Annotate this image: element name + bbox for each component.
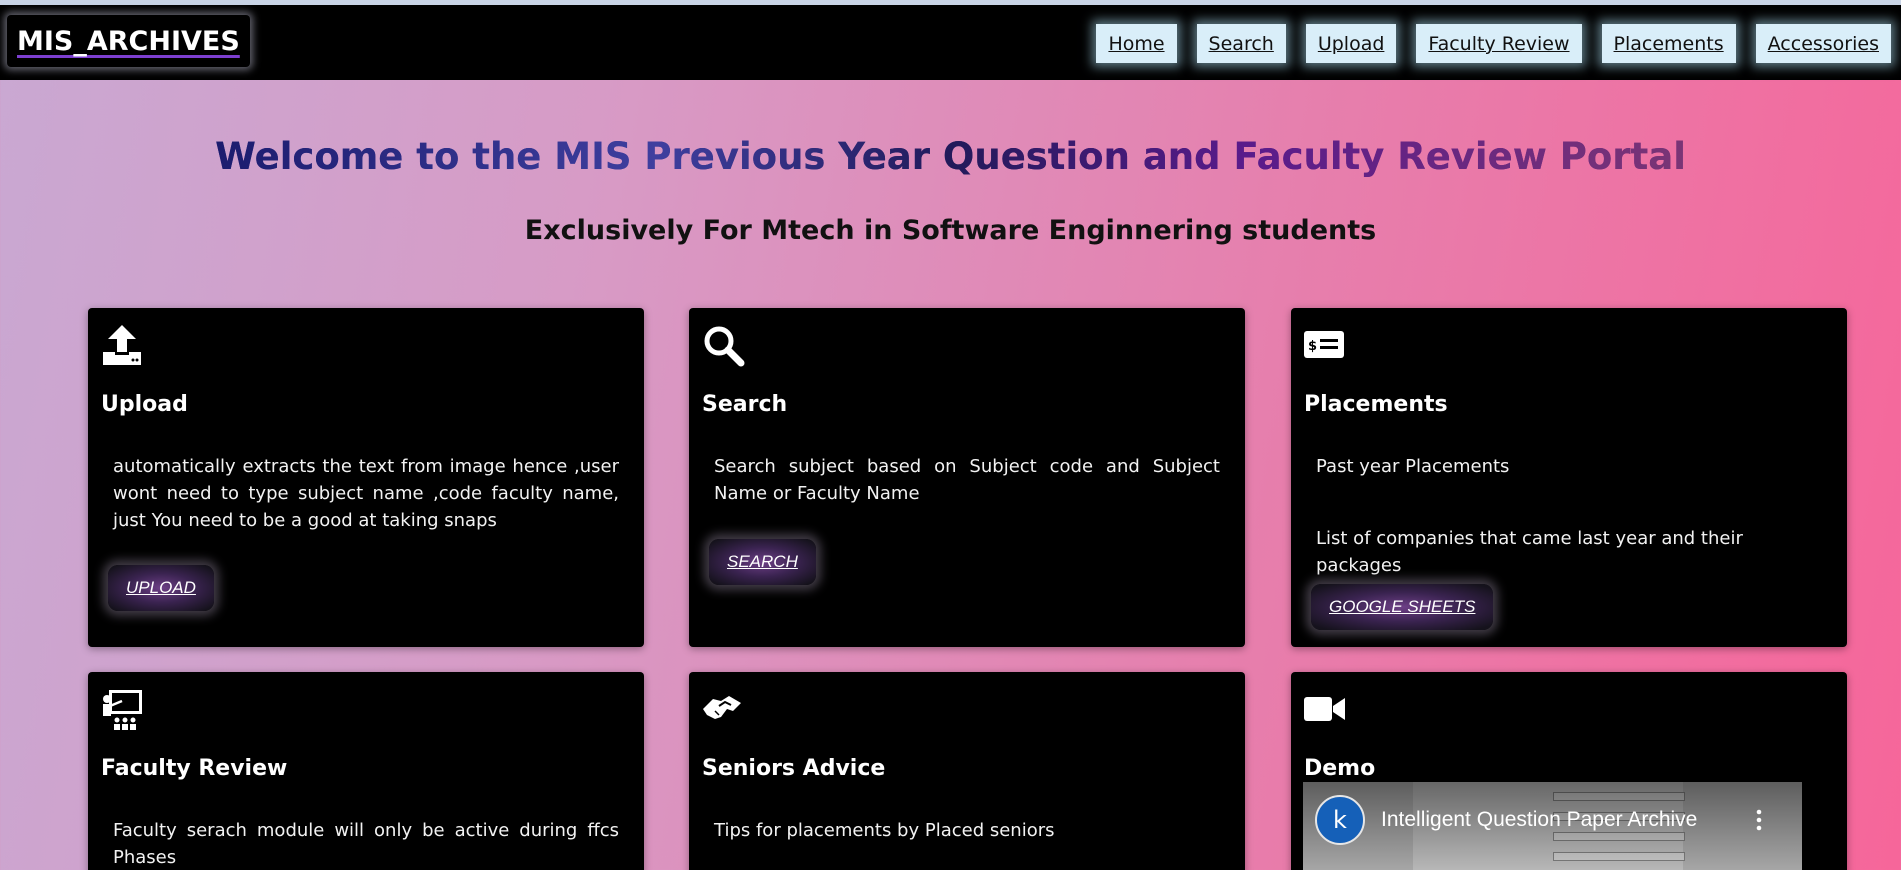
search-card-description: Search subject based on Subject code and… xyxy=(714,456,1220,504)
google-sheets-button[interactable]: GOOGLE SHEETS xyxy=(1311,584,1494,630)
video-title[interactable]: Intelligent Question Paper Archive xyxy=(1381,808,1697,832)
page-subtitle: Exclusively For Mtech in Software Enginn… xyxy=(524,215,1377,246)
demo-card: Demo k Intelligent Question Paper Archiv… xyxy=(1291,672,1847,870)
seniors-advice-card-title: Seniors Advice xyxy=(702,756,886,781)
navbar: MIS_ARCHIVES Home Search Upload Faculty … xyxy=(0,5,1901,80)
search-icon xyxy=(704,326,745,367)
seniors-advice-card-description: Tips for placements by Placed seniors xyxy=(714,820,1055,841)
seniors-advice-card: Seniors Advice Tips for placements by Pl… xyxy=(689,672,1245,870)
faculty-review-card-title: Faculty Review xyxy=(101,756,288,781)
placements-card-title: Placements xyxy=(1304,392,1448,417)
search-card: Search Search subject based on Subject c… xyxy=(689,308,1245,647)
search-button[interactable]: SEARCH xyxy=(709,539,816,585)
nav-faculty-review[interactable]: Faculty Review xyxy=(1416,24,1582,63)
video-camera-icon xyxy=(1304,697,1345,721)
page-title-text: Welcome to the MIS Previous Year Questio… xyxy=(215,135,1686,178)
more-options-icon[interactable] xyxy=(1756,808,1762,832)
nav-search[interactable]: Search xyxy=(1196,24,1286,63)
page-title: Welcome to the MIS Previous Year Questio… xyxy=(0,135,1901,178)
placements-card-description: Past year Placements xyxy=(1316,456,1510,477)
upload-icon xyxy=(103,325,141,365)
nav-home[interactable]: Home xyxy=(1096,24,1177,63)
faculty-review-card-description: Faculty serach module will only be activ… xyxy=(113,820,619,868)
nav-upload[interactable]: Upload xyxy=(1305,24,1397,63)
brand-logo[interactable]: MIS_ARCHIVES xyxy=(7,15,250,67)
svg-text:$: $ xyxy=(1308,339,1317,354)
demo-video-player[interactable]: k Intelligent Question Paper Archive xyxy=(1303,782,1802,870)
search-card-title: Search xyxy=(702,392,788,417)
upload-card-description: automatically extracts the text from ima… xyxy=(113,456,619,531)
upload-card-title: Upload xyxy=(101,392,188,417)
faculty-review-card: Faculty Review Faculty serach module wil… xyxy=(88,672,644,870)
placements-card: $ Placements Past year Placements List o… xyxy=(1291,308,1847,647)
upload-card: Upload automatically extracts the text f… xyxy=(88,308,644,647)
channel-avatar[interactable]: k xyxy=(1315,795,1365,845)
nav-accessories[interactable]: Accessories xyxy=(1755,24,1891,63)
handshake-icon xyxy=(703,696,741,719)
placements-card-description-2: List of companies that came last year an… xyxy=(1316,528,1743,576)
money-check-icon: $ xyxy=(1304,331,1344,358)
nav-links: Home Search Upload Faculty Review Placem… xyxy=(1096,24,1891,63)
upload-button[interactable]: UPLOAD xyxy=(108,565,214,611)
teacher-icon xyxy=(103,690,142,730)
nav-placements[interactable]: Placements xyxy=(1601,24,1736,63)
demo-card-title: Demo xyxy=(1304,756,1376,781)
